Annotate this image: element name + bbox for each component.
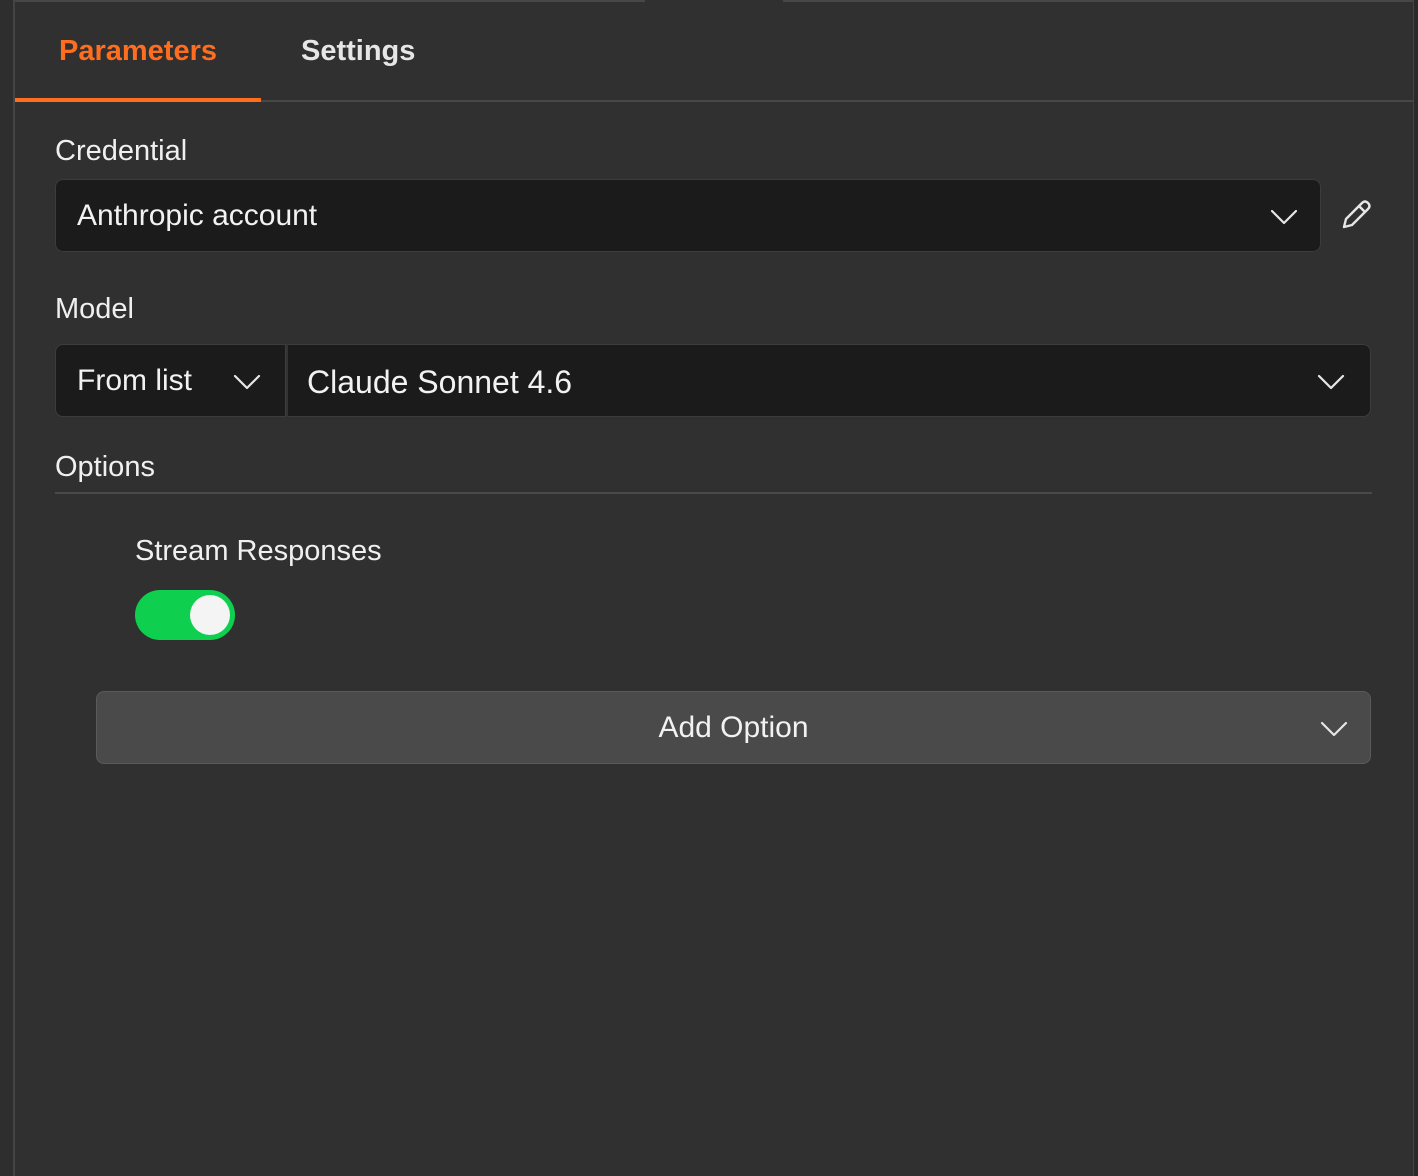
model-mode-value: From list	[77, 364, 192, 397]
options-divider	[55, 492, 1372, 494]
credential-select[interactable]: Anthropic account	[55, 179, 1321, 252]
model-selected-value: Claude Sonnet 4.6	[307, 364, 573, 400]
chevron-down-icon	[1317, 374, 1345, 390]
active-tab-indicator	[15, 98, 261, 102]
node-parameters-panel: Parameters Settings Credential Anthropic…	[0, 0, 1418, 1176]
chevron-down-icon	[1320, 721, 1348, 737]
tab-bar: Parameters Settings	[15, 2, 1413, 102]
add-option-label: Add Option	[658, 711, 809, 744]
tab-parameters[interactable]: Parameters	[15, 2, 261, 102]
add-option-button[interactable]: Add Option	[96, 691, 1371, 764]
toggle-knob	[190, 595, 230, 635]
panel-left-edge	[0, 0, 15, 1176]
model-label: Model	[55, 293, 134, 325]
tab-parameters-label: Parameters	[59, 35, 217, 67]
pencil-icon[interactable]	[1336, 197, 1374, 235]
panel-right-edge	[1413, 0, 1418, 1176]
credential-label: Credential	[55, 135, 188, 167]
tab-settings-label: Settings	[301, 35, 416, 67]
credential-selected-value: Anthropic account	[77, 199, 318, 232]
model-select[interactable]: Claude Sonnet 4.6	[286, 344, 1371, 417]
tab-settings[interactable]: Settings	[301, 2, 441, 100]
stream-responses-label: Stream Responses	[135, 535, 382, 567]
chevron-down-icon	[233, 374, 261, 390]
chevron-down-icon	[1270, 209, 1298, 225]
model-mode-select[interactable]: From list	[55, 344, 286, 417]
options-heading: Options	[55, 451, 155, 483]
stream-responses-toggle[interactable]	[135, 590, 235, 640]
